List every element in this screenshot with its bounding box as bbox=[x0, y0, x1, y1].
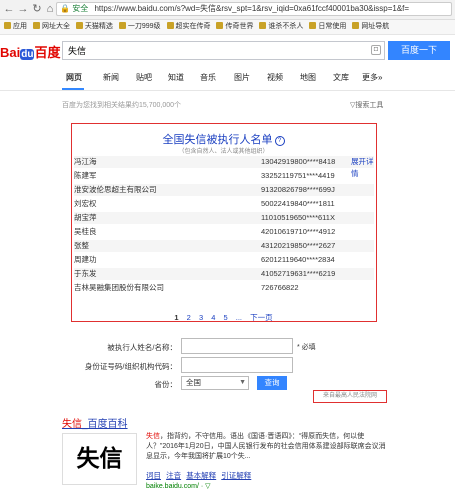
tab-music[interactable]: 音乐 bbox=[200, 72, 216, 83]
source-link[interactable]: 来自最高人民法院网 bbox=[313, 390, 387, 403]
tabs-divider bbox=[0, 90, 455, 91]
next-page-link[interactable]: 下一页 bbox=[250, 313, 273, 322]
table-row[interactable]: 张整 43120219850****2627 bbox=[74, 240, 374, 252]
dropdown-arrow-icon: ▼ bbox=[239, 379, 246, 386]
tab-more[interactable]: 更多» bbox=[362, 72, 382, 83]
search-button[interactable]: 百度一下 bbox=[388, 41, 450, 60]
search-box: ◘ bbox=[62, 41, 385, 60]
help-icon[interactable]: ? bbox=[274, 136, 285, 146]
baike-links: 词目 注音 基本解释 引证解释 bbox=[146, 470, 254, 481]
reload-icon[interactable]: ↻ bbox=[30, 2, 44, 16]
page-3[interactable]: 3 bbox=[199, 313, 203, 322]
folder-icon bbox=[216, 22, 224, 29]
bookmark-item[interactable]: 传奇世界 bbox=[216, 20, 253, 34]
bookmarks-bar: 应用 网址大全 天猫精选 一刀999级 超实在传奇 传奇世界 谁杀不杀人 日常使… bbox=[0, 20, 455, 35]
back-icon[interactable]: ← bbox=[2, 2, 16, 16]
bookmark-item[interactable]: 超实在传奇 bbox=[166, 20, 211, 34]
page-2[interactable]: 2 bbox=[187, 313, 191, 322]
bookmark-item[interactable]: 网址导航 bbox=[352, 20, 389, 34]
tab-web[interactable]: 网页 bbox=[66, 72, 82, 83]
bookmark-item[interactable]: 日常使用 bbox=[309, 20, 346, 34]
tab-wenku[interactable]: 文库 bbox=[333, 72, 349, 83]
baike-result-title[interactable]: 失信_百度百科 bbox=[62, 415, 128, 430]
required-note: * 必填 bbox=[297, 344, 316, 351]
tab-images[interactable]: 图片 bbox=[234, 72, 250, 83]
card-title[interactable]: 全国失信被执行人名单? bbox=[72, 131, 375, 147]
name-label: 被执行人姓名/名称： bbox=[107, 343, 177, 352]
browser-address-bar: ← → ↻ ⌂ 🔒 安全 https://www.baidu.com/s?wd=… bbox=[0, 0, 455, 20]
baike-link-basic[interactable]: 基本解释 bbox=[186, 471, 216, 480]
apps-icon bbox=[4, 22, 11, 29]
folder-icon bbox=[32, 22, 40, 29]
search-tabs: 网页 新闻 贴吧 知道 音乐 图片 视频 地图 文库 更多» bbox=[0, 72, 455, 88]
bookmark-item[interactable]: 应用 bbox=[4, 20, 27, 34]
tab-zhidao[interactable]: 知道 bbox=[168, 72, 184, 83]
table-row[interactable]: 陈建军 33252119751****4419 bbox=[74, 170, 374, 182]
province-label: 省份： bbox=[154, 380, 178, 389]
folder-icon bbox=[166, 22, 174, 29]
home-icon[interactable]: ⌂ bbox=[43, 2, 57, 16]
tab-news[interactable]: 新闻 bbox=[103, 72, 119, 83]
name-input[interactable] bbox=[181, 338, 293, 354]
baike-image[interactable]: 失信 bbox=[62, 433, 137, 485]
table-row[interactable]: 于东发 41052719631****6219 bbox=[74, 268, 374, 280]
query-button[interactable]: 查询 bbox=[257, 376, 287, 390]
search-tools-button[interactable]: ▽搜索工具 bbox=[350, 100, 383, 110]
id-input[interactable] bbox=[181, 357, 293, 373]
bookmark-item[interactable]: 天猫精选 bbox=[75, 20, 113, 34]
folder-icon bbox=[352, 22, 360, 29]
card-subtitle: （包含自然人、法人或其他组织） bbox=[178, 149, 269, 155]
folder-icon bbox=[259, 22, 267, 29]
id-label: 身份证号码/组织机构代码： bbox=[84, 362, 177, 371]
table-row[interactable]: 吉林昊融集团股份有限公司 726766822 bbox=[74, 282, 374, 294]
table-row[interactable]: 周建功 62012119640****2834 bbox=[74, 254, 374, 266]
table-row[interactable]: 冯江海 13042919800****8418 展开详情 bbox=[74, 156, 374, 178]
baike-link-pinyin[interactable]: 注音 bbox=[166, 471, 181, 480]
pagination: 1 2 3 4 5 ... 下一页 bbox=[72, 312, 375, 323]
bookmark-item[interactable]: 一刀999级 bbox=[118, 20, 161, 34]
page-ellipsis: ... bbox=[235, 313, 242, 322]
table-row[interactable]: 淮安波伦思超主有限公司 91320826798****699J bbox=[74, 184, 374, 196]
lock-icon: 🔒 bbox=[60, 4, 70, 13]
table-row[interactable]: 吴桂良 42010619710****4912 bbox=[74, 226, 374, 238]
folder-icon bbox=[75, 22, 83, 29]
search-input[interactable] bbox=[63, 42, 358, 58]
tab-map[interactable]: 地图 bbox=[300, 72, 316, 83]
page-5[interactable]: 5 bbox=[223, 313, 227, 322]
baidu-logo[interactable]: Baidu百度 bbox=[0, 42, 60, 61]
camera-icon[interactable]: ◘ bbox=[371, 45, 381, 55]
secure-label: 安全 bbox=[72, 4, 89, 13]
baike-link-citation[interactable]: 引证解释 bbox=[221, 471, 251, 480]
province-select[interactable]: 全国 ▼ bbox=[181, 376, 249, 390]
folder-icon bbox=[309, 22, 317, 29]
bookmark-item[interactable]: 谁杀不杀人 bbox=[259, 20, 303, 34]
forward-icon[interactable]: → bbox=[16, 2, 30, 16]
baike-url[interactable]: baike.baidu.com/ · ▽ bbox=[146, 482, 211, 490]
baike-snippet: 失信，指背约，不守信用。语出《国语·晋语四》：“得原而失信，何以使人？”2016… bbox=[146, 433, 386, 460]
table-row[interactable]: 刘宏权 50022419840****1811 bbox=[74, 198, 374, 210]
page-4[interactable]: 4 bbox=[211, 313, 215, 322]
folder-icon bbox=[118, 22, 126, 29]
baike-link-entry[interactable]: 词目 bbox=[146, 471, 161, 480]
tab-video[interactable]: 视频 bbox=[267, 72, 283, 83]
table-row[interactable]: 胡宝萍 11010519650****611X bbox=[74, 212, 374, 224]
bookmark-item[interactable]: 网址大全 bbox=[32, 20, 70, 34]
tab-tieba[interactable]: 贴吧 bbox=[136, 72, 152, 83]
page-1[interactable]: 1 bbox=[174, 313, 178, 322]
url-text: https://www.baidu.com/s?wd=失信&rsv_spt=1&… bbox=[94, 4, 410, 13]
defaulter-list-card: 全国失信被执行人名单? （包含自然人、法人或其他组织） 冯江海 13042919… bbox=[71, 123, 377, 322]
result-count: 百度为您找到相关结果约15,700,000个 bbox=[62, 102, 182, 109]
url-field[interactable]: 🔒 安全 https://www.baidu.com/s?wd=失信&rsv_s… bbox=[56, 2, 452, 16]
